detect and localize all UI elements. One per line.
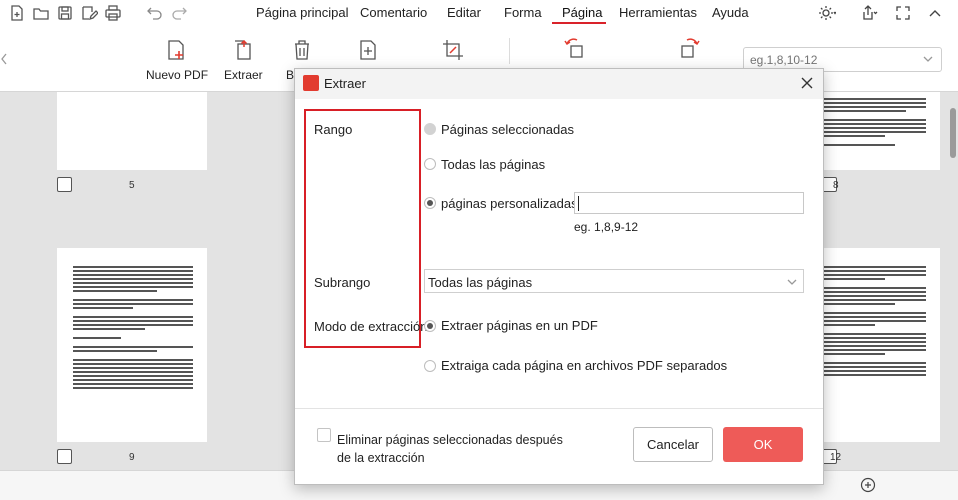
highlight-box (304, 109, 421, 348)
menu-page[interactable]: Página (562, 5, 602, 20)
menu-shape[interactable]: Forma (504, 5, 542, 20)
custom-pages-field (574, 192, 804, 214)
radio-extract-separate-pdfs[interactable] (424, 360, 436, 372)
menu-comment[interactable]: Comentario (360, 5, 427, 20)
radio-selected-pages[interactable] (424, 123, 436, 135)
option-extract-separate-pdfs[interactable]: Extraiga cada página en archivos PDF sep… (441, 358, 727, 373)
dialog-header: Extraer (295, 69, 823, 99)
chevron-down-icon[interactable] (921, 52, 935, 66)
page-number: 9 (129, 452, 135, 463)
page-thumbnail[interactable] (57, 92, 207, 170)
page-select-checkbox[interactable] (57, 449, 72, 464)
radio-all-pages[interactable] (424, 158, 436, 170)
page-number: 8 (833, 180, 839, 191)
share-icon[interactable] (860, 4, 878, 22)
menu-edit[interactable]: Editar (447, 5, 481, 20)
extract-button[interactable]: Extraer (224, 68, 263, 82)
vertical-scrollbar[interactable] (950, 108, 956, 158)
delete-after-extract-checkbox[interactable] (317, 428, 331, 442)
delete-button[interactable]: B (286, 68, 294, 82)
insert-page-icon[interactable] (356, 38, 380, 62)
collapse-icon[interactable] (926, 4, 944, 22)
dialog-title: Extraer (324, 76, 366, 91)
option-extract-single-pdf[interactable]: Extraer páginas en un PDF (441, 318, 598, 333)
edit-save-icon[interactable] (80, 4, 98, 22)
ok-button[interactable]: OK (723, 427, 803, 462)
custom-pages-hint: eg. 1,8,9-12 (574, 220, 639, 234)
delete-icon[interactable] (290, 38, 314, 62)
menu-tools[interactable]: Herramientas (619, 5, 697, 20)
text-caret (578, 196, 579, 211)
page-select-checkbox[interactable] (57, 177, 72, 192)
dialog-divider (295, 408, 823, 409)
page-thumbnail[interactable] (822, 248, 940, 442)
custom-pages-input[interactable] (578, 195, 798, 211)
rotate-left-icon[interactable] (563, 36, 587, 60)
extraction-mode-label: Modo de extracción (314, 319, 428, 334)
subrange-value: Todas las páginas (428, 275, 533, 290)
page-range-input[interactable] (750, 51, 910, 69)
cancel-button[interactable]: Cancelar (633, 427, 713, 462)
save-icon[interactable] (56, 4, 74, 22)
radio-extract-single-pdf[interactable] (424, 320, 436, 332)
extract-dialog: Extraer Rango Subrango Modo de extracció… (294, 68, 824, 485)
new-pdf-icon[interactable] (164, 38, 188, 62)
crop-icon[interactable] (441, 38, 465, 62)
page-thumbnail[interactable] (57, 248, 207, 442)
new-file-icon[interactable] (8, 4, 26, 22)
close-icon[interactable] (799, 75, 815, 91)
subrange-label: Subrango (314, 275, 371, 290)
option-custom-pages[interactable]: páginas personalizadas (441, 196, 578, 211)
active-tab-underline (552, 22, 606, 24)
undo-icon[interactable] (146, 4, 164, 22)
subrange-dropdown[interactable]: Todas las páginas (424, 269, 804, 293)
fullscreen-icon[interactable] (894, 4, 912, 22)
menu-bar: Página principal Comentario Editar Forma… (0, 0, 958, 26)
rotate-right-icon[interactable] (677, 36, 701, 60)
redo-icon[interactable] (170, 4, 188, 22)
radio-custom-pages[interactable] (424, 197, 436, 209)
menu-home[interactable]: Página principal (256, 5, 349, 20)
delete-after-extract-label[interactable]: Eliminar páginas seleccionadas después d… (337, 431, 567, 467)
page-number: 5 (129, 180, 135, 191)
app-logo-icon (303, 75, 319, 91)
theme-sun-icon[interactable] (818, 4, 836, 22)
ribbon-separator (509, 38, 510, 64)
option-all-pages[interactable]: Todas las páginas (441, 157, 545, 172)
page-thumbnail[interactable] (822, 92, 940, 170)
new-pdf-button[interactable]: Nuevo PDF (146, 68, 208, 82)
range-label: Rango (314, 122, 353, 137)
open-folder-icon[interactable] (32, 4, 50, 22)
page-number: 12 (830, 452, 842, 463)
chevron-down-icon (785, 275, 799, 289)
extract-icon[interactable] (231, 38, 255, 62)
print-icon[interactable] (104, 4, 122, 22)
menu-help[interactable]: Ayuda (712, 5, 749, 20)
zoom-in-icon[interactable] (860, 477, 876, 493)
option-selected-pages[interactable]: Páginas seleccionadas (441, 122, 574, 137)
ribbon-left-arrow[interactable] (0, 52, 8, 66)
